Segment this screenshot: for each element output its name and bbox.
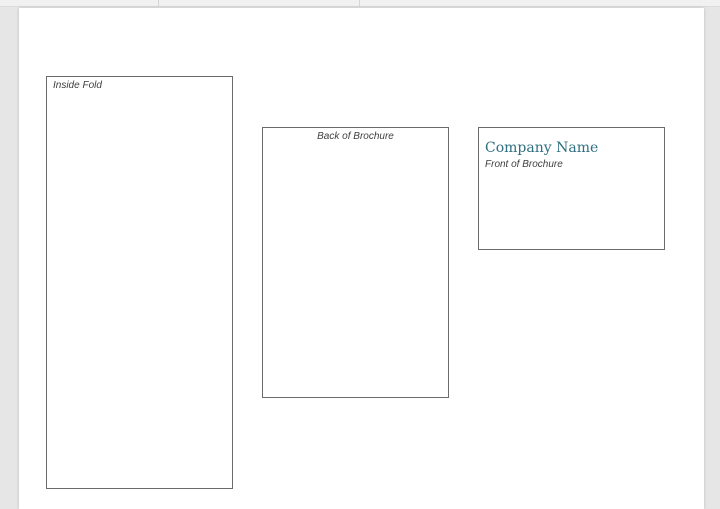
inside-fold-frame[interactable]: Inside Fold [46, 76, 233, 489]
toolbar-segment [0, 0, 159, 6]
inside-fold-label: Inside Fold [53, 80, 102, 91]
back-of-brochure-frame[interactable]: Back of Brochure [262, 127, 449, 398]
company-name[interactable]: Company Name [485, 140, 598, 156]
document-page[interactable]: Inside Fold Back of Brochure Company Nam… [19, 8, 704, 509]
back-of-brochure-label: Back of Brochure [317, 131, 394, 142]
front-of-brochure-label: Front of Brochure [485, 159, 563, 170]
toolbar-segment [159, 0, 360, 6]
toolbar-strip [0, 0, 720, 7]
front-of-brochure-frame[interactable]: Company Name Front of Brochure [478, 127, 665, 250]
